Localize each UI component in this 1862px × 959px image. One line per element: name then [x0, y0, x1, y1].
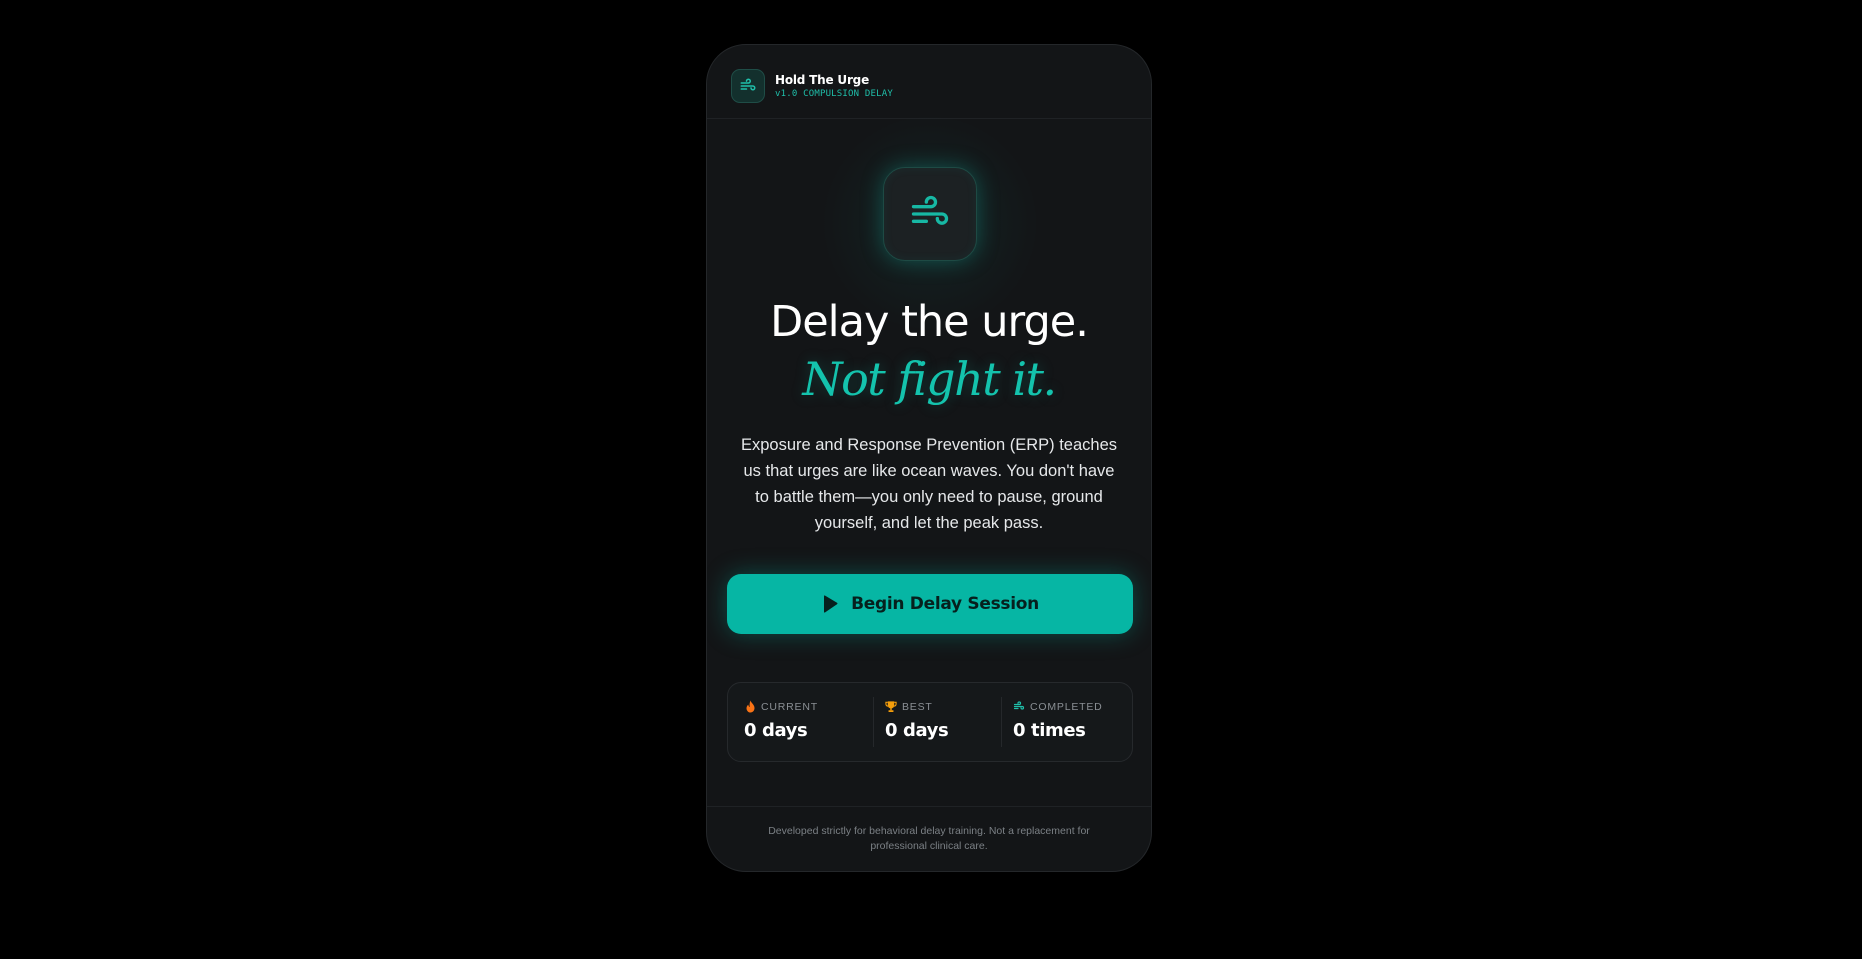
headline-primary: Delay the urge.: [770, 297, 1089, 347]
wind-icon: [740, 78, 756, 91]
stat-label-row: CURRENT: [744, 700, 818, 713]
headline-accent: Not fight it.: [802, 352, 1057, 406]
begin-delay-session-label: Begin Delay Session: [851, 594, 1039, 614]
stat-label: COMPLETED: [1030, 700, 1103, 713]
footer-disclaimer: Developed strictly for behavioral delay …: [768, 825, 1090, 852]
app-footer: Developed strictly for behavioral delay …: [707, 806, 1151, 871]
play-icon: [821, 594, 839, 614]
stat-best: BEST 0 days: [873, 683, 1001, 761]
stat-label-row: BEST: [885, 700, 933, 713]
stat-value: 0 days: [744, 720, 808, 741]
stat-value: 0 times: [1013, 720, 1086, 741]
wind-icon: [911, 195, 949, 225]
stats-panel: CURRENT 0 days BEST 0 days COMPLETED 0 t…: [727, 682, 1133, 762]
stat-label: CURRENT: [761, 700, 818, 713]
app-version: v1.0 COMPULSION DELAY: [775, 89, 893, 99]
stat-completed: COMPLETED 0 times: [1001, 683, 1132, 761]
wind-icon: [1013, 700, 1025, 713]
stat-label-row: COMPLETED: [1013, 700, 1103, 713]
trophy-icon: [885, 700, 897, 713]
hero-logo: [883, 167, 977, 261]
hero-description: Exposure and Response Prevention (ERP) t…: [740, 436, 1118, 532]
app-logo: [731, 69, 765, 103]
flame-icon: [744, 700, 756, 713]
app-header: Hold The Urge v1.0 COMPULSION DELAY: [707, 45, 1151, 119]
begin-delay-session-button[interactable]: Begin Delay Session: [727, 574, 1133, 634]
stat-current: CURRENT 0 days: [728, 683, 873, 761]
app-frame: Hold The Urge v1.0 COMPULSION DELAY Dela…: [706, 44, 1152, 872]
stat-value: 0 days: [885, 720, 949, 741]
app-title: Hold The Urge: [775, 73, 870, 87]
stat-label: BEST: [902, 700, 933, 713]
